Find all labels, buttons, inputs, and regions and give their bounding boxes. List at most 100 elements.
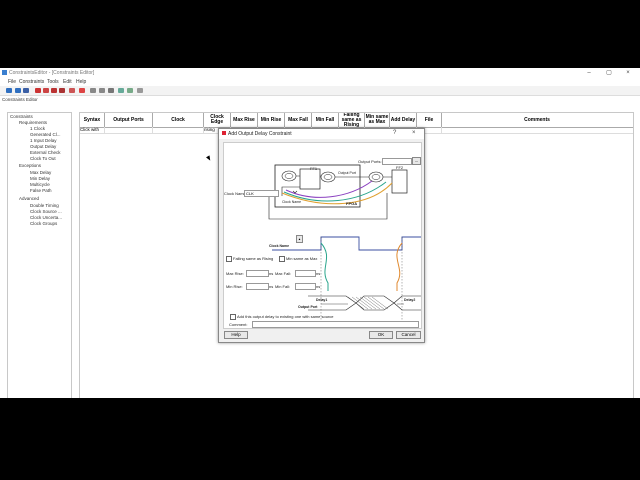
dialog-close-icon[interactable]: × xyxy=(412,130,416,136)
min-same-checkbox[interactable] xyxy=(279,256,285,262)
ok-button[interactable]: OK xyxy=(369,331,393,339)
paste-icon[interactable] xyxy=(69,88,75,93)
min-rise-unit: ns xyxy=(269,284,274,289)
delay2-label: Delay2 xyxy=(404,298,416,302)
max-fall-label: Max Fall: xyxy=(275,271,292,276)
redo-icon[interactable] xyxy=(99,88,105,93)
min-rise-input[interactable] xyxy=(246,283,269,290)
cut-icon[interactable] xyxy=(51,88,57,93)
import-icon[interactable] xyxy=(127,88,133,93)
min-fall-input[interactable] xyxy=(295,283,316,290)
max-rise-input[interactable] xyxy=(246,270,269,277)
delete-icon[interactable] xyxy=(43,88,49,93)
wave-clock-label: Clock Name xyxy=(269,244,290,248)
clock-name-select[interactable]: CLK xyxy=(244,190,279,197)
dialog-title-bar: Add Output Delay Constraint ? × xyxy=(219,129,424,139)
menu-tools[interactable]: Tools xyxy=(47,79,59,85)
dialog-icon xyxy=(222,131,226,135)
output-ports-input[interactable] xyxy=(382,158,412,165)
output-ports-label: Output Ports: xyxy=(358,159,382,164)
diagram-panel: FF1 FF2 Output Port Clock Name FPGA Outp… xyxy=(223,142,422,329)
menu-help[interactable]: Help xyxy=(76,79,86,85)
clock-edge-toggle[interactable]: ▲ xyxy=(296,235,303,243)
settings-icon[interactable] xyxy=(137,88,143,93)
min-rise-label: Min Rise: xyxy=(226,284,243,289)
clock-name-tag: Clock Name xyxy=(282,200,302,204)
cancel-button[interactable]: Cancel xyxy=(396,331,421,339)
output-port-wave-label: Output Port xyxy=(298,305,318,309)
add-existing-checkbox[interactable] xyxy=(230,314,236,320)
col-max-fall[interactable]: Max Fall xyxy=(285,113,312,127)
comment-label: Comment: xyxy=(229,322,248,327)
dialog-title: Add Output Delay Constraint xyxy=(228,131,292,137)
menu-edit[interactable]: Edit xyxy=(63,79,72,85)
ff1-box xyxy=(299,168,321,190)
export-icon[interactable] xyxy=(118,88,124,93)
col-min-fall[interactable]: Min Fall xyxy=(312,113,339,127)
col-min-same[interactable]: Min same as Max xyxy=(365,113,390,127)
logic-cloud-3 xyxy=(368,171,384,183)
check-icon[interactable] xyxy=(108,88,114,93)
add-icon[interactable] xyxy=(35,88,41,93)
col-file[interactable]: File xyxy=(417,113,442,127)
col-comments[interactable]: Comments xyxy=(442,113,632,127)
max-fall-input[interactable] xyxy=(295,270,316,277)
menu-file[interactable]: File xyxy=(8,79,16,85)
cell-comments[interactable] xyxy=(442,127,632,133)
col-clock[interactable]: Clock xyxy=(153,113,204,127)
ff1-label: FF1 xyxy=(310,166,318,171)
add-output-delay-dialog: Add Output Delay Constraint ? × FF1 FF2 … xyxy=(218,128,425,343)
min-same-label: Min same as Max xyxy=(286,256,318,261)
title-bar: ConstraintsEditor - [Constraints Editor]… xyxy=(0,68,640,78)
col-max-rise[interactable]: Max Rise xyxy=(231,113,258,127)
col-add-delay[interactable]: Add Delay xyxy=(390,113,417,127)
col-syntax[interactable]: Syntax xyxy=(80,113,105,127)
max-rise-unit: ns xyxy=(269,271,274,276)
menu-constraints[interactable]: Constraints xyxy=(19,79,44,85)
grid-header: Syntax Output Ports Clock Clock Edge Max… xyxy=(80,113,633,128)
constraints-tree: Constraints Requirements 1 Clock Generat… xyxy=(7,112,72,398)
output-ports-browse-button[interactable]: ... xyxy=(412,157,421,165)
close-icon[interactable]: × xyxy=(621,69,635,77)
min-fall-label: Min Fall: xyxy=(275,284,291,289)
col-clock-edge[interactable]: Clock Edge xyxy=(204,113,231,127)
minimize-icon[interactable]: – xyxy=(582,69,596,77)
open-icon[interactable] xyxy=(15,88,21,93)
add-existing-label: Add this output delay to existing one wi… xyxy=(237,314,334,319)
tree-item-clock-groups[interactable]: Clock Groups xyxy=(30,221,57,227)
ff2-label: FF2 xyxy=(396,165,404,170)
cell-syntax[interactable]: Click with xyxy=(80,127,105,133)
tree-item-advanced[interactable]: Advanced xyxy=(19,196,39,202)
max-rise-label: Max Rise: xyxy=(226,271,244,276)
logic-cloud-1 xyxy=(281,170,297,182)
new-icon[interactable] xyxy=(6,88,12,93)
remove-icon[interactable] xyxy=(79,88,85,93)
tree-item-clock-to-out[interactable]: Clock To Out xyxy=(30,156,56,162)
output-port-tag: Output Port xyxy=(338,171,356,175)
window-title: ConstraintsEditor - [Constraints Editor] xyxy=(9,70,95,76)
delay1-label: Delay1 xyxy=(316,298,328,302)
falling-same-checkbox[interactable] xyxy=(226,256,232,262)
max-fall-unit: ns xyxy=(316,271,321,276)
copy-icon[interactable] xyxy=(59,88,65,93)
logic-cloud-2 xyxy=(320,171,336,183)
falling-same-label: Falling same as Rising xyxy=(233,256,274,261)
toolbar xyxy=(0,86,640,96)
tree-item-false-path[interactable]: False Path xyxy=(30,188,52,194)
tree-item-exceptions[interactable]: Exceptions xyxy=(19,163,41,169)
ff2-box xyxy=(391,169,408,194)
col-min-rise[interactable]: Min Rise xyxy=(258,113,285,127)
maximize-icon[interactable]: ▢ xyxy=(602,69,616,77)
comment-input[interactable] xyxy=(252,321,419,328)
col-output-ports[interactable]: Output Ports xyxy=(105,113,153,127)
app-icon xyxy=(2,70,7,75)
col-falling-same[interactable]: Falling same as Rising xyxy=(339,113,365,127)
fpga-tag: FPGA xyxy=(346,201,358,206)
help-button[interactable]: Help xyxy=(224,331,248,339)
cell-clock[interactable] xyxy=(153,127,204,133)
undo-icon[interactable] xyxy=(90,88,96,93)
save-icon[interactable] xyxy=(23,88,29,93)
min-fall-unit: ns xyxy=(316,284,321,289)
dialog-help-icon[interactable]: ? xyxy=(393,130,396,136)
cell-output-ports[interactable] xyxy=(105,127,153,133)
